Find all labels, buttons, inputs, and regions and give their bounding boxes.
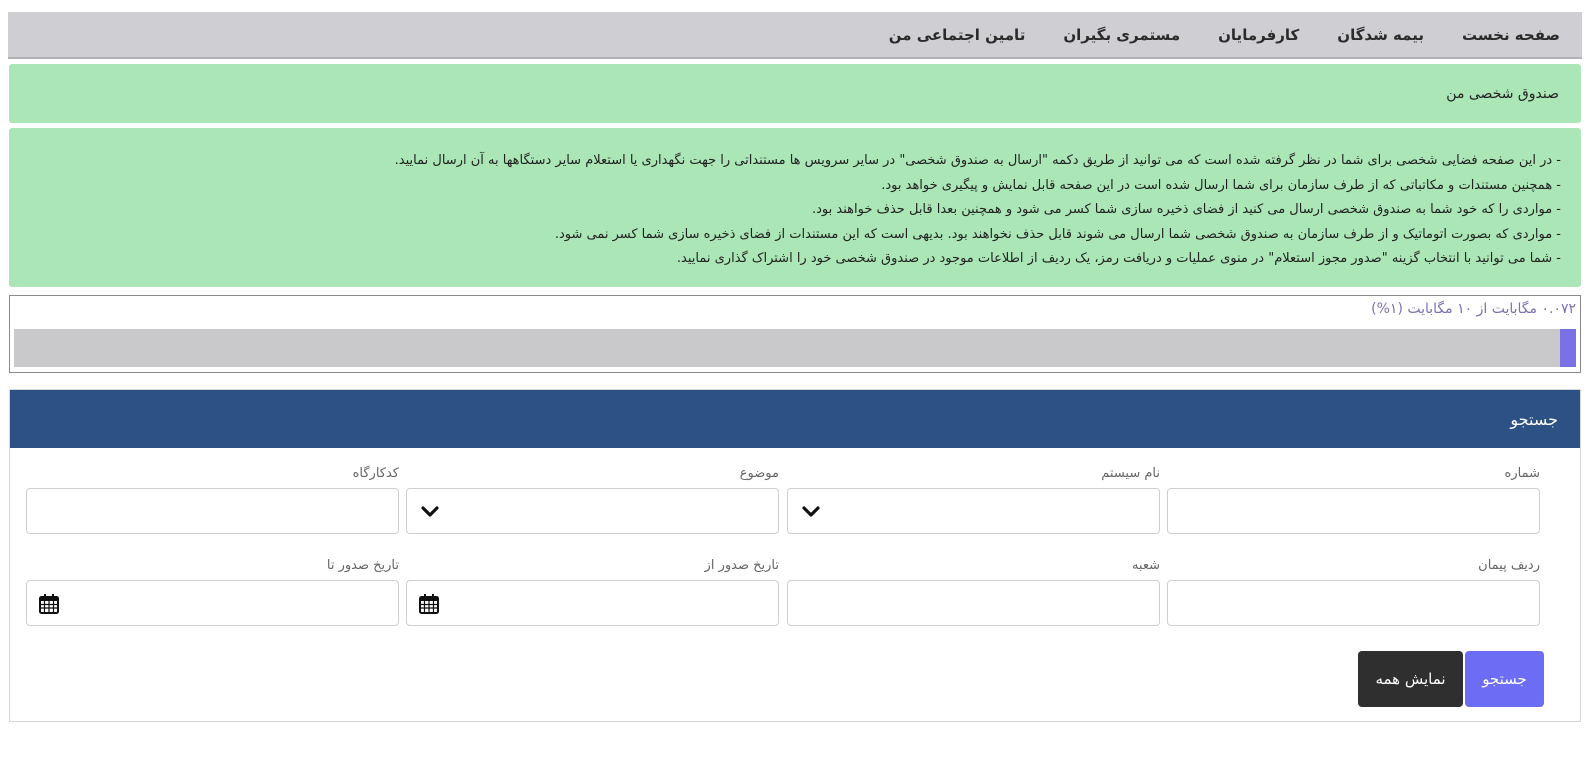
top-nav: صفحه نخست بیمه شدگان کارفرمایان مستمری ب… bbox=[8, 12, 1582, 59]
storage-progress-fill bbox=[1560, 329, 1576, 367]
contract-row-label: ردیف پیمان bbox=[1478, 558, 1540, 573]
info-notice: - در این صفحه فضایی شخصی برای شما در نظر… bbox=[9, 128, 1581, 287]
branch-input[interactable] bbox=[787, 580, 1160, 626]
issue-date-from-input[interactable] bbox=[406, 580, 779, 626]
workshop-code-field-group: کدکارگاه bbox=[26, 466, 399, 534]
calendar-icon[interactable] bbox=[38, 593, 60, 615]
search-button[interactable]: جستجو bbox=[1465, 651, 1544, 707]
system-name-label: نام سیستم bbox=[1101, 466, 1160, 481]
branch-label: شعبه bbox=[1131, 558, 1160, 573]
search-panel-title: جستجو bbox=[1510, 409, 1558, 429]
info-line: - شما می توانید با انتخاب گزینه "صدور مج… bbox=[676, 251, 1561, 266]
nav-item-pensioners[interactable]: مستمری بگیران bbox=[1063, 26, 1180, 44]
contract-row-field-group: ردیف پیمان bbox=[1167, 558, 1540, 626]
info-line: - مواردی که بصورت اتوماتیک و از طرف سازم… bbox=[554, 226, 1561, 242]
show-all-button[interactable]: نمایش همه bbox=[1358, 651, 1463, 707]
subject-field-group: موضوع bbox=[406, 466, 779, 534]
info-line: - در این صفحه فضایی شخصی برای شما در نظر… bbox=[394, 153, 1561, 168]
issue-date-to-label: تاریخ صدور تا bbox=[326, 558, 399, 573]
issue-date-from-field-group: تاریخ صدور از bbox=[406, 558, 779, 626]
page-title-box: صندوق شخصی من bbox=[9, 64, 1581, 123]
issue-date-to-input[interactable] bbox=[26, 580, 399, 626]
nav-item-insured[interactable]: بیمه شدگان bbox=[1337, 26, 1424, 44]
nav-item-my-social-security[interactable]: تامین اجتماعی من bbox=[889, 26, 1026, 44]
system-name-field-group: نام سیستم bbox=[787, 466, 1160, 534]
search-panel-header: جستجو bbox=[10, 390, 1580, 448]
workshop-code-input[interactable] bbox=[26, 488, 399, 534]
system-name-select[interactable] bbox=[787, 488, 1160, 534]
storage-usage-label: ۰.۰۷۲ مگابایت از ۱۰ مگابایت (۱%) bbox=[1371, 301, 1576, 317]
subject-label: موضوع bbox=[739, 466, 779, 481]
nav-item-home[interactable]: صفحه نخست bbox=[1462, 26, 1560, 44]
number-input[interactable] bbox=[1167, 488, 1540, 534]
info-line: - مواردی را که خود شما به صندوق شخصی ارس… bbox=[812, 202, 1561, 217]
nav-item-employers[interactable]: کارفرمایان bbox=[1218, 26, 1299, 44]
subject-select[interactable] bbox=[406, 488, 779, 534]
chevron-down-icon bbox=[802, 506, 820, 517]
issue-date-from-label: تاریخ صدور از bbox=[704, 558, 779, 573]
storage-usage: ۰.۰۷۲ مگابایت از ۱۰ مگابایت (۱%) bbox=[9, 295, 1581, 373]
storage-progress-bar bbox=[14, 329, 1576, 367]
branch-field-group: شعبه bbox=[787, 558, 1160, 626]
number-field-group: شماره bbox=[1167, 466, 1540, 534]
contract-row-input[interactable] bbox=[1167, 580, 1540, 626]
calendar-icon[interactable] bbox=[418, 593, 440, 615]
page-title: صندوق شخصی من bbox=[1446, 85, 1559, 102]
issue-date-to-field-group: تاریخ صدور تا bbox=[26, 558, 399, 626]
chevron-down-icon bbox=[421, 506, 439, 517]
number-label: شماره bbox=[1504, 466, 1540, 481]
info-line: - همچنین مستندات و مکاتباتی که از طرف سا… bbox=[881, 177, 1561, 193]
workshop-code-label: کدکارگاه bbox=[352, 466, 399, 481]
search-panel: جستجو شماره نام سیستم موضوع کدکارگاه ردی… bbox=[9, 389, 1581, 722]
